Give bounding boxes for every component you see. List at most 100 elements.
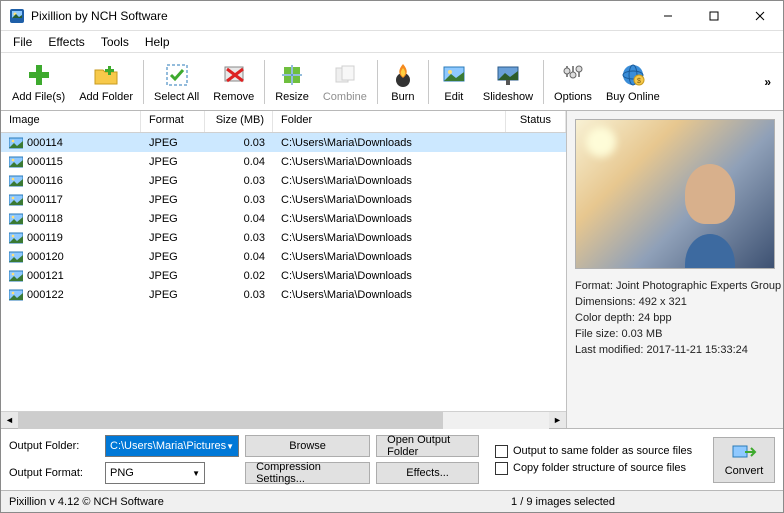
- edit-button[interactable]: Edit: [432, 55, 476, 109]
- cell-format: JPEG: [141, 288, 205, 302]
- menu-tools[interactable]: Tools: [93, 33, 137, 51]
- table-row[interactable]: 000120JPEG0.04C:\Users\Maria\Downloads: [1, 247, 566, 266]
- effects-button[interactable]: Effects...: [376, 462, 479, 484]
- edit-icon: [440, 61, 468, 89]
- column-size[interactable]: Size (MB): [205, 111, 273, 132]
- output-folder-combo[interactable]: C:\Users\Maria\Pictures▼: [105, 435, 239, 457]
- cell-size: 0.04: [205, 212, 273, 226]
- meta-depth: 24 bpp: [638, 312, 672, 324]
- cell-image: 000118: [1, 212, 141, 226]
- cell-size: 0.03: [205, 136, 273, 150]
- slideshow-button[interactable]: Slideshow: [476, 55, 540, 109]
- options-button[interactable]: Options: [547, 55, 599, 109]
- burn-button[interactable]: Burn: [381, 55, 425, 109]
- minimize-button[interactable]: [645, 1, 691, 31]
- table-row[interactable]: 000122JPEG0.03C:\Users\Maria\Downloads: [1, 285, 566, 304]
- cell-format: JPEG: [141, 269, 205, 283]
- copy-folder-structure-checkbox[interactable]: Copy folder structure of source files: [495, 462, 709, 475]
- output-format-combo[interactable]: PNG▼: [105, 462, 205, 484]
- plus-icon: [25, 61, 53, 89]
- buy-online-button[interactable]: $ Buy Online: [599, 55, 667, 109]
- svg-text:$: $: [637, 78, 641, 85]
- convert-icon: [731, 443, 757, 463]
- file-list[interactable]: 000114JPEG0.03C:\Users\Maria\Downloads00…: [1, 133, 566, 411]
- table-row[interactable]: 000114JPEG0.03C:\Users\Maria\Downloads: [1, 133, 566, 152]
- menu-file[interactable]: File: [5, 33, 40, 51]
- menu-effects[interactable]: Effects: [40, 33, 92, 51]
- cell-folder: C:\Users\Maria\Downloads: [273, 269, 506, 283]
- cell-status: [506, 161, 566, 163]
- output-same-folder-checkbox[interactable]: Output to same folder as source files: [495, 445, 709, 458]
- toolbar: Add File(s) Add Folder Select All Remove…: [1, 53, 783, 111]
- cell-format: JPEG: [141, 250, 205, 264]
- column-image[interactable]: Image: [1, 111, 141, 132]
- column-folder[interactable]: Folder: [273, 111, 506, 132]
- chevron-down-icon: ▼: [192, 469, 200, 478]
- horizontal-scrollbar[interactable]: ◄ ►: [1, 411, 566, 428]
- cell-image: 000121: [1, 269, 141, 283]
- cell-image: 000114: [1, 136, 141, 150]
- select-all-icon: [163, 61, 191, 89]
- meta-format-label: Format:: [575, 280, 613, 292]
- table-row[interactable]: 000115JPEG0.04C:\Users\Maria\Downloads: [1, 152, 566, 171]
- cell-status: [506, 218, 566, 220]
- table-row[interactable]: 000121JPEG0.02C:\Users\Maria\Downloads: [1, 266, 566, 285]
- column-status[interactable]: Status: [506, 111, 566, 132]
- gear-icon: [559, 61, 587, 89]
- convert-button[interactable]: Convert: [713, 437, 775, 483]
- table-row[interactable]: 000119JPEG0.03C:\Users\Maria\Downloads: [1, 228, 566, 247]
- add-folder-button[interactable]: Add Folder: [72, 55, 140, 109]
- main-area: Image Format Size (MB) Folder Status 000…: [1, 111, 783, 428]
- cell-size: 0.04: [205, 155, 273, 169]
- table-row[interactable]: 000118JPEG0.04C:\Users\Maria\Downloads: [1, 209, 566, 228]
- scroll-thumb[interactable]: [18, 412, 443, 429]
- column-format[interactable]: Format: [141, 111, 205, 132]
- close-button[interactable]: [737, 1, 783, 31]
- cell-format: JPEG: [141, 193, 205, 207]
- cell-folder: C:\Users\Maria\Downloads: [273, 288, 506, 302]
- cell-format: JPEG: [141, 174, 205, 188]
- resize-icon: [278, 61, 306, 89]
- window-title: Pixillion by NCH Software: [31, 9, 645, 23]
- browse-button[interactable]: Browse: [245, 435, 370, 457]
- maximize-button[interactable]: [691, 1, 737, 31]
- compression-settings-button[interactable]: Compression Settings...: [245, 462, 370, 484]
- toolbar-overflow[interactable]: »: [756, 75, 779, 89]
- toolbar-separator: [143, 60, 144, 104]
- slideshow-icon: [494, 61, 522, 89]
- chevron-down-icon: ▼: [226, 442, 234, 451]
- toolbar-separator: [377, 60, 378, 104]
- cell-folder: C:\Users\Maria\Downloads: [273, 193, 506, 207]
- cell-size: 0.03: [205, 231, 273, 245]
- meta-dimensions-label: Dimensions:: [575, 296, 636, 308]
- open-output-folder-button[interactable]: Open Output Folder: [376, 435, 479, 457]
- output-folder-label: Output Folder:: [9, 440, 99, 452]
- menu-help[interactable]: Help: [137, 33, 178, 51]
- combine-button: Combine: [316, 55, 374, 109]
- scroll-left-icon[interactable]: ◄: [1, 412, 18, 429]
- table-row[interactable]: 000117JPEG0.03C:\Users\Maria\Downloads: [1, 190, 566, 209]
- output-settings: Output Folder: C:\Users\Maria\Pictures▼ …: [1, 429, 487, 490]
- select-all-button[interactable]: Select All: [147, 55, 206, 109]
- cell-status: [506, 294, 566, 296]
- cell-folder: C:\Users\Maria\Downloads: [273, 136, 506, 150]
- checkbox-icon: [495, 462, 508, 475]
- resize-button[interactable]: Resize: [268, 55, 316, 109]
- preview-pane: Format: Joint Photographic Experts Group…: [567, 111, 783, 428]
- cell-size: 0.03: [205, 288, 273, 302]
- cell-image: 000122: [1, 288, 141, 302]
- menu-bar: File Effects Tools Help: [1, 31, 783, 53]
- toolbar-separator: [264, 60, 265, 104]
- cell-status: [506, 275, 566, 277]
- folder-plus-icon: [92, 61, 120, 89]
- cell-image: 000115: [1, 155, 141, 169]
- table-row[interactable]: 000116JPEG0.03C:\Users\Maria\Downloads: [1, 171, 566, 190]
- scroll-track[interactable]: [18, 412, 549, 429]
- remove-button[interactable]: Remove: [206, 55, 261, 109]
- add-files-button[interactable]: Add File(s): [5, 55, 72, 109]
- cell-status: [506, 142, 566, 144]
- cell-folder: C:\Users\Maria\Downloads: [273, 250, 506, 264]
- meta-modified-label: Last modified:: [575, 344, 643, 356]
- output-format-label: Output Format:: [9, 467, 99, 479]
- scroll-right-icon[interactable]: ►: [549, 412, 566, 429]
